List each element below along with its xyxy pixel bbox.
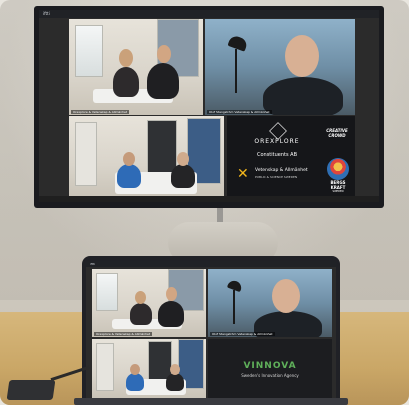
person-head [157, 45, 171, 63]
laptop: iftti Orexplore & Vetenskap & Allmänhet … [82, 256, 340, 404]
person-head [170, 364, 180, 375]
bergskraft-line3: SWEDEN [332, 190, 344, 193]
va-logo-icon: ✕ [237, 166, 249, 182]
sponsor-logos-panel: OREXPLORE Constituents AB ✕ Vetenskap & … [227, 116, 355, 198]
usb-hub [6, 380, 56, 400]
orexplore-name: OREXPLORE [254, 138, 300, 145]
tv-monitor: iftti Orexplore & Vetenskap & Allmänhet … [34, 6, 384, 208]
taskbar [39, 196, 379, 202]
tv-screen: iftti Orexplore & Vetenskap & Allmänhet … [39, 10, 379, 202]
person-head [119, 49, 133, 67]
person-head [285, 35, 319, 77]
person-head [123, 152, 135, 166]
lamp [226, 278, 244, 293]
app-logo: iftti [43, 11, 50, 16]
person-head [272, 279, 300, 313]
laptop-window-bar: iftti [86, 261, 336, 267]
photo: iftti Orexplore & Vetenskap & Allmänhet … [0, 0, 409, 405]
tile-label: Olof Stangström Vetenskap & Allmänhet [207, 110, 272, 114]
va-subtitle: PUBLIC & SCIENCE SWEDEN [255, 175, 298, 179]
door [75, 122, 97, 186]
video-tile-room-two-people[interactable]: Orexplore & Vetenskap & Allmänhet [92, 269, 206, 337]
door [96, 343, 114, 391]
tile-label: Orexplore & Vetenskap & Allmänhet [94, 332, 153, 336]
video-tile-conference-room[interactable] [69, 116, 224, 198]
video-tile-room-two-people[interactable]: Orexplore & Vetenskap & Allmänhet [69, 19, 203, 115]
vinnova-panel: VINNOVA Sweden's Innovation Agency [208, 339, 332, 399]
lamp-pole [233, 290, 235, 324]
laptop-screen: iftti Orexplore & Vetenskap & Allmänhet … [86, 261, 336, 402]
window [96, 273, 118, 311]
video-tile-conference-room[interactable] [92, 339, 206, 399]
creative-crowd-logo: CREATIVE CROWD [326, 128, 348, 138]
person [158, 301, 184, 327]
video-tile-office[interactable]: Olof Stangström Vetenskap & Allmänhet [205, 19, 355, 115]
bergskraft-logo-icon [327, 158, 349, 180]
person [171, 164, 195, 188]
person [113, 67, 139, 97]
laptop-base [74, 398, 348, 405]
window [75, 25, 103, 77]
tv-window-bar: iftti [39, 10, 379, 18]
person [263, 77, 343, 115]
person-head [135, 291, 146, 304]
person-head [166, 287, 177, 301]
vinnova-subtitle: Sweden's Innovation Agency [241, 373, 299, 378]
person-head [130, 364, 140, 375]
vinnova-logo: VINNOVA [243, 361, 297, 371]
app-logo: iftti [90, 262, 96, 266]
video-tile-office[interactable]: Olof Stangström Vetenskap & Allmänhet [208, 269, 332, 337]
tile-label: Orexplore & Vetenskap & Allmänhet [71, 110, 130, 114]
lamp-pole [235, 49, 237, 93]
person [126, 373, 144, 391]
tile-label: Olof Stangström Vetenskap & Allmänhet [210, 332, 275, 336]
constituents-name: Constituents AB [256, 152, 298, 158]
lamp [227, 34, 249, 52]
person [166, 373, 184, 391]
person [147, 63, 179, 99]
person-head [177, 152, 189, 166]
va-name: Vetenskap & Allmänhet [255, 168, 308, 173]
person [117, 164, 141, 188]
person [130, 303, 152, 325]
